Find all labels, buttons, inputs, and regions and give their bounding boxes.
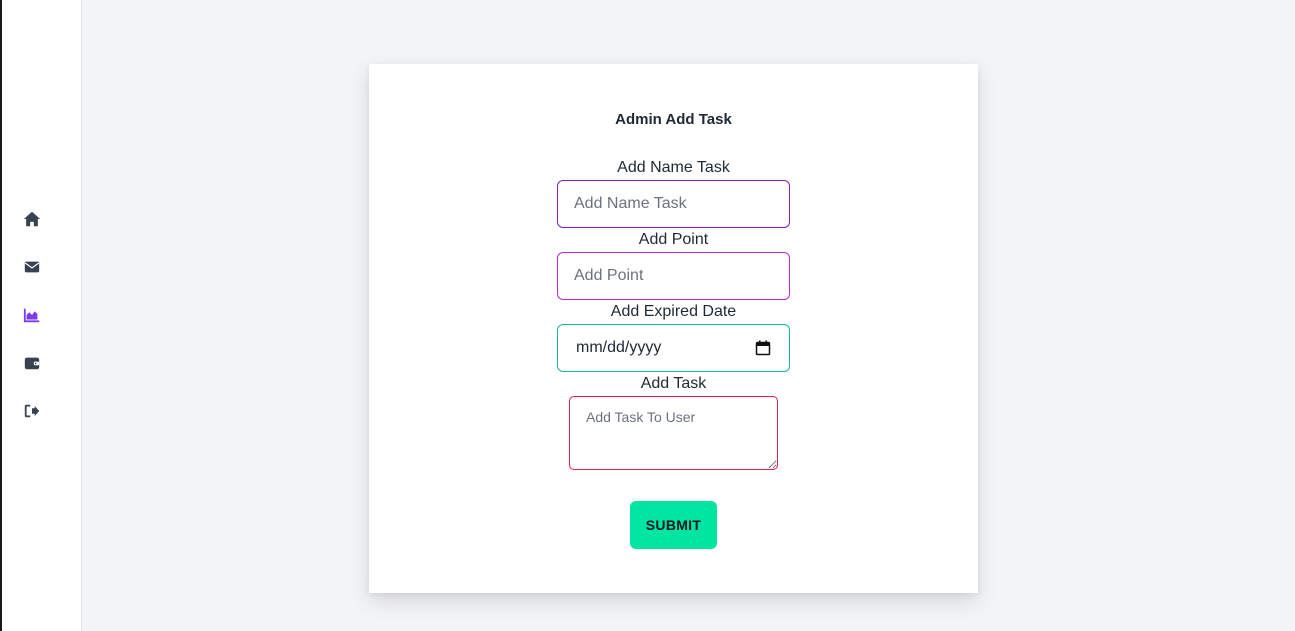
name-task-input[interactable]: [557, 180, 790, 228]
point-label: Add Point: [638, 231, 709, 248]
wallet-icon: [24, 357, 40, 370]
sidebar-item-mail[interactable]: [22, 257, 42, 277]
sidebar-item-home[interactable]: [22, 209, 42, 229]
envelope-icon: [24, 261, 40, 273]
task-label: Add Task: [640, 375, 707, 392]
sidebar-item-analytics[interactable]: [22, 305, 42, 325]
submit-button[interactable]: SUBMIT: [630, 501, 717, 549]
expired-date-label: Add Expired Date: [610, 303, 737, 320]
sidebar-item-wallet[interactable]: [22, 353, 42, 373]
point-input[interactable]: [557, 252, 790, 300]
add-task-card: Admin Add Task Add Name Task Add Point A…: [369, 64, 978, 593]
date-value: mm/dd/yyyy: [576, 339, 662, 356]
sign-out-icon: [24, 404, 40, 418]
chart-area-icon: [23, 308, 40, 323]
expired-date-input[interactable]: mm/dd/yyyy: [557, 324, 790, 372]
name-task-label: Add Name Task: [617, 159, 730, 176]
page-title: Admin Add Task: [615, 111, 732, 128]
sidebar: [2, 0, 82, 631]
sidebar-item-logout[interactable]: [22, 401, 42, 421]
home-icon: [23, 211, 41, 227]
calendar-icon[interactable]: [755, 340, 771, 356]
task-textarea[interactable]: [569, 396, 778, 470]
